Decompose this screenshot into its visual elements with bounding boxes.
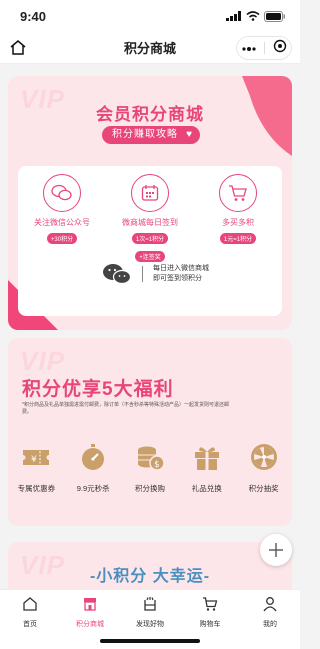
benefit-label: 专属优惠券: [17, 484, 56, 493]
benefit-coupon[interactable]: ¥ 专属优惠券: [9, 442, 63, 494]
task-buy-more[interactable]: 多买多积 1元=1积分: [198, 174, 278, 246]
add-floating-button[interactable]: [260, 534, 292, 566]
vip-watermark: VIP: [20, 346, 65, 376]
divider: [142, 266, 143, 282]
benefit-lottery[interactable]: 积分抽奖: [237, 442, 291, 494]
benefits-title: 积分优享5大福利: [22, 379, 174, 400]
content-scroll[interactable]: VIP 会员积分商城 积分赚取攻略 ♥ 关注微信公众号 +30积分 微商城每日签…: [0, 64, 300, 589]
stopwatch-icon: [82, 444, 105, 470]
benefit-label: 9.9元秒杀: [76, 484, 110, 493]
benefit-label: 礼品兑换: [191, 484, 222, 493]
task-label: 关注微信公众号: [34, 218, 90, 227]
cart-icon: [219, 174, 257, 212]
tab-label: 首页: [23, 621, 37, 628]
wechat-signin-tip: 每日进入微信商城 即可签到领积分: [102, 262, 209, 286]
task-badge-extra: +连签奖: [135, 251, 165, 262]
status-time: 9:40: [20, 8, 47, 24]
shop-icon: [84, 598, 96, 611]
benefit-label: 积分换购: [134, 484, 165, 493]
tab-label: 我的: [263, 621, 277, 628]
gift-icon: [194, 447, 219, 470]
lucky-card: VIP -小积分 大幸运-: [8, 542, 292, 589]
tab-points-mall[interactable]: 积分商城: [60, 590, 120, 631]
tip-line-1: 每日进入微信商城: [153, 265, 209, 272]
wheel-icon: [250, 444, 277, 470]
points-strategy-button[interactable]: 积分赚取攻略 ♥: [102, 126, 200, 144]
task-label: 多买多积: [222, 218, 254, 227]
cart-icon: [203, 597, 218, 611]
strategy-label: 积分赚取攻略: [112, 129, 178, 140]
task-daily-signin[interactable]: 微商城每日签到 1次=1积分 +连签奖: [110, 174, 190, 264]
card-title: 会员积分商城: [96, 105, 204, 124]
benefit-label: 积分抽奖: [248, 484, 279, 493]
wechat-icon: [43, 174, 81, 212]
close-target-icon[interactable]: [273, 39, 287, 58]
tab-bar: 首页 积分商城 发现好物 购物车 我的: [0, 589, 300, 631]
tab-label: 购物车: [199, 621, 221, 628]
mini-program-capsule: [236, 36, 292, 60]
nav-bar: 积分商城: [0, 32, 300, 64]
tasks-panel: 关注微信公众号 +30积分 微商城每日签到 1次=1积分 +连签奖 多买多积 1…: [18, 166, 282, 316]
member-points-card: VIP 会员积分商城 积分赚取攻略 ♥ 关注微信公众号 +30积分 微商城每日签…: [8, 76, 292, 330]
status-icons: [226, 10, 286, 22]
home-icon: [23, 597, 37, 611]
tip-line-2: 即可签到领积分: [153, 275, 202, 282]
wechat-chat-icon: [103, 264, 132, 285]
coupon-icon: ¥: [23, 450, 50, 465]
signin-tip-text: 每日进入微信商城 即可签到领积分: [153, 264, 209, 284]
task-badge: 1次=1积分: [131, 233, 169, 244]
signal-icon: [226, 11, 241, 21]
benefit-gift[interactable]: 礼品兑换: [180, 442, 234, 494]
battery-icon: [264, 10, 285, 22]
plus-icon: [269, 543, 283, 557]
coins-icon: $: [137, 446, 165, 471]
benefits-row: ¥ 专属优惠券 9.9元秒杀 $ 积分换购 礼品兑换 积分抽奖: [8, 442, 292, 494]
benefits-note: *积分商品及礼品单独需进需付邮费，除订单（不含秒杀等特殊活动产品）一起发货则可退…: [22, 402, 229, 415]
more-icon[interactable]: [241, 39, 257, 57]
home-indicator: [0, 631, 300, 649]
benefit-points-redeem[interactable]: $ 积分换购: [123, 442, 177, 494]
tab-discover[interactable]: 发现好物: [120, 590, 180, 631]
svg-text:$: $: [154, 460, 160, 470]
user-icon: [263, 597, 277, 612]
task-badge: 1元=1积分: [219, 233, 257, 244]
page-title: 积分商城: [123, 41, 176, 56]
tab-label: 积分商城: [76, 621, 104, 628]
status-bar: 9:40: [0, 0, 300, 32]
calendar-icon: [131, 174, 169, 212]
tab-label: 发现好物: [136, 621, 164, 628]
home-icon[interactable]: [8, 38, 28, 58]
task-follow-wechat[interactable]: 关注微信公众号 +30积分: [22, 174, 102, 246]
svg-text:¥: ¥: [31, 455, 37, 465]
wifi-icon: [246, 11, 260, 21]
tab-home[interactable]: 首页: [0, 590, 60, 631]
benefits-card: VIP 积分优享5大福利 *积分商品及礼品单独需进需付邮费，除订单（不含秒杀等特…: [8, 338, 292, 526]
tab-mine[interactable]: 我的: [240, 590, 300, 631]
task-label: 微商城每日签到: [122, 218, 178, 227]
discover-icon: [144, 597, 156, 611]
lucky-title: -小积分 大幸运-: [89, 568, 211, 585]
tab-cart[interactable]: 购物车: [180, 590, 240, 631]
heart-icon: ♥: [186, 129, 193, 140]
benefit-flash-sale[interactable]: 9.9元秒杀: [66, 442, 120, 494]
task-badge: +30积分: [46, 233, 78, 244]
